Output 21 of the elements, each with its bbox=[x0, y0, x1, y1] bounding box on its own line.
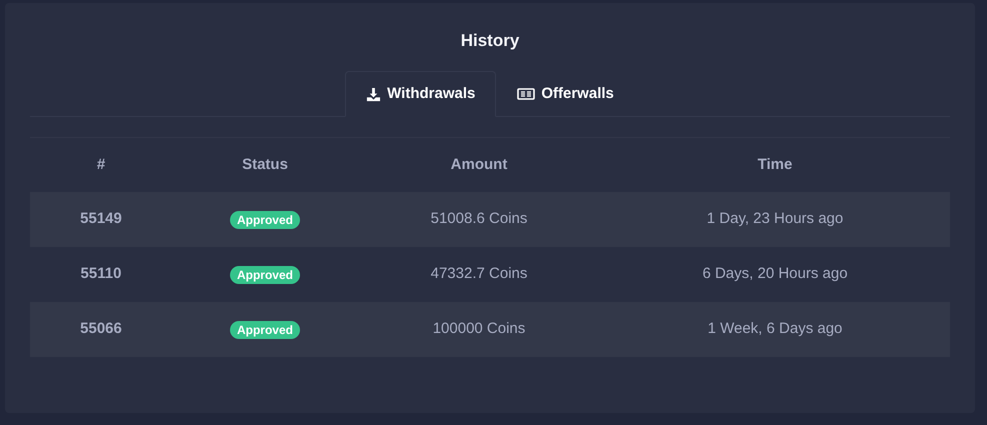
table-cell-text: 55110 bbox=[80, 264, 122, 284]
tab[interactable]: Withdrawals bbox=[345, 71, 496, 117]
ticket-icon bbox=[517, 88, 536, 100]
table-cell-text: 51008.6 Coins bbox=[430, 209, 528, 230]
column-header: Amount bbox=[450, 154, 508, 175]
table-cell-text: 1 Week, 6 Days ago bbox=[706, 319, 844, 340]
column-header: # bbox=[96, 154, 106, 175]
table-cell-text: 55066 bbox=[79, 319, 123, 340]
table-cell-text: 6 Days, 20 Hours ago bbox=[701, 264, 849, 284]
table-cell-text: 55149 bbox=[79, 209, 123, 230]
table-cell-text: 1 Day, 23 Hours ago bbox=[706, 209, 844, 230]
table-cell-text: 47332.7 Coins bbox=[430, 264, 528, 284]
column-header: Time bbox=[756, 154, 794, 175]
status-badge: Approved bbox=[230, 320, 300, 338]
download-icon bbox=[366, 86, 382, 102]
status-badge: Approved bbox=[230, 210, 300, 228]
status-badge: Approved bbox=[230, 266, 300, 284]
tab[interactable]: Offerwalls bbox=[496, 71, 635, 117]
card-title: History bbox=[460, 30, 520, 52]
table-cell-text: 100000 Coins bbox=[432, 319, 526, 340]
column-header: Status bbox=[241, 154, 289, 175]
